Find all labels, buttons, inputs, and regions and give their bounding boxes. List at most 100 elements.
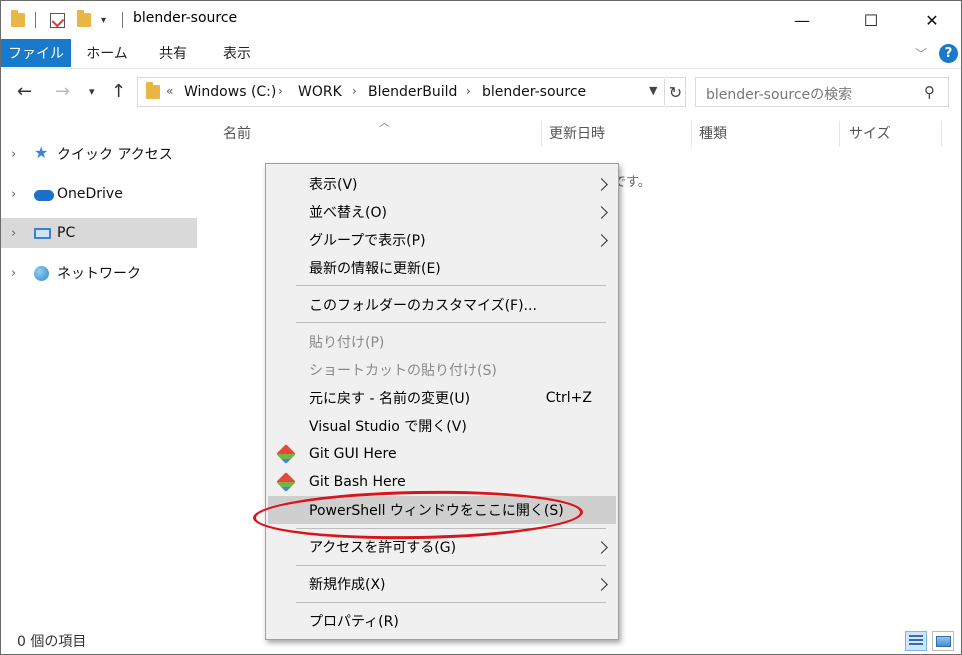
tab-view[interactable]: 表示: [211, 39, 263, 67]
nav-item-pc[interactable]: › PC: [1, 218, 197, 248]
submenu-arrow-icon: [595, 233, 608, 247]
column-type[interactable]: 種類: [699, 117, 727, 149]
refresh-icon[interactable]: ↻: [664, 79, 686, 105]
column-divider[interactable]: [941, 121, 942, 147]
column-divider[interactable]: [541, 121, 542, 147]
nav-item-label: クイック アクセス: [57, 147, 173, 163]
nav-item-network[interactable]: › ネットワーク: [1, 258, 197, 288]
menu-item-label: 新規作成(X): [309, 577, 386, 593]
nav-item-quick-access[interactable]: › ★ クイック アクセス: [1, 139, 197, 169]
folder-icon: [11, 10, 25, 29]
chevron-right-icon[interactable]: ›: [11, 226, 16, 241]
maximize-button[interactable]: ☐: [848, 1, 894, 39]
menu-item-shortcut: Ctrl+Z: [545, 390, 592, 406]
menu-item-git-bash[interactable]: Git Bash Here: [268, 468, 616, 496]
menu-item-paste[interactable]: 貼り付け(P): [268, 328, 616, 356]
menu-item-refresh[interactable]: 最新の情報に更新(E): [268, 254, 616, 282]
submenu-arrow-icon: [595, 205, 608, 219]
star-icon: ★: [34, 143, 49, 162]
breadcrumb-separator[interactable]: ›: [352, 84, 357, 98]
menu-item-new[interactable]: 新規作成(X): [268, 570, 616, 598]
menu-separator: [296, 528, 606, 529]
menu-item-paste-shortcut[interactable]: ショートカットの貼り付け(S): [268, 356, 616, 384]
menu-item-group-by[interactable]: グループで表示(P): [268, 226, 616, 254]
details-view-button[interactable]: [905, 631, 927, 651]
column-divider[interactable]: [839, 121, 840, 147]
search-input[interactable]: blender-sourceの検索: [706, 84, 852, 104]
git-icon: [276, 472, 296, 492]
navigation-pane: › ★ クイック アクセス › OneDrive › PC › ネットワーク: [1, 117, 199, 627]
address-dropdown-icon[interactable]: ▼: [649, 84, 657, 97]
menu-item-label: プロパティ(R): [309, 614, 399, 630]
title-bar: ▾ blender-source — ☐ ✕: [1, 1, 961, 39]
menu-item-undo-rename[interactable]: 元に戻す - 名前の変更(U) Ctrl+Z: [268, 384, 616, 412]
new-folder-icon[interactable]: [77, 10, 91, 29]
column-name[interactable]: 名前: [223, 117, 251, 149]
menu-item-view[interactable]: 表示(V): [268, 170, 616, 198]
window-title: blender-source: [133, 10, 238, 26]
column-modified[interactable]: 更新日時: [549, 117, 605, 149]
pc-icon: [34, 228, 51, 239]
nav-item-label: OneDrive: [57, 186, 123, 202]
search-icon[interactable]: ⚲: [924, 83, 935, 101]
nav-item-label: PC: [57, 225, 76, 241]
menu-item-open-visual-studio[interactable]: Visual Studio で開く(V): [268, 412, 616, 440]
menu-item-label: Git Bash Here: [309, 474, 406, 490]
git-icon: [276, 444, 296, 464]
up-arrow-icon[interactable]: ↑: [111, 81, 126, 102]
column-size[interactable]: サイズ: [849, 117, 891, 149]
menu-item-customize-folder[interactable]: このフォルダーのカスタマイズ(F)...: [268, 291, 616, 319]
column-header: ︿ 名前 更新日時 種類 サイズ: [211, 116, 961, 149]
large-icons-view-button[interactable]: [932, 631, 954, 651]
submenu-arrow-icon: [595, 577, 608, 591]
address-bar[interactable]: « Windows (C:) › WORK › BlenderBuild › b…: [137, 77, 686, 107]
menu-item-label: Git GUI Here: [309, 446, 397, 462]
submenu-arrow-icon: [595, 540, 608, 554]
menu-item-properties[interactable]: プロパティ(R): [268, 607, 616, 635]
properties-icon[interactable]: [50, 11, 65, 29]
submenu-arrow-icon: [595, 177, 608, 191]
chevron-right-icon[interactable]: ›: [11, 187, 16, 202]
menu-item-sort[interactable]: 並べ替え(O): [268, 198, 616, 226]
menu-item-label: 元に戻す - 名前の変更(U): [309, 391, 471, 407]
breadcrumb-separator[interactable]: ›: [466, 84, 471, 98]
minimize-button[interactable]: —: [779, 1, 825, 39]
back-arrow-icon[interactable]: ←: [17, 81, 32, 102]
explorer-window: ▾ blender-source — ☐ ✕ ファイル ホーム 共有 表示 ﹀ …: [0, 0, 962, 655]
breadcrumb-drive[interactable]: Windows (C:): [184, 84, 276, 100]
divider: [35, 12, 36, 28]
menu-item-label: アクセスを許可する(G): [309, 540, 457, 556]
breadcrumb-blenderbuild[interactable]: BlenderBuild: [368, 84, 457, 100]
menu-item-open-powershell[interactable]: PowerShell ウィンドウをここに開く(S): [268, 496, 616, 524]
ribbon-expand-chevron-icon[interactable]: ﹀: [915, 45, 927, 62]
breadcrumb-separator[interactable]: ›: [278, 84, 283, 98]
forward-arrow-icon[interactable]: →: [55, 81, 70, 102]
menu-item-label: グループで表示(P): [309, 233, 426, 249]
tab-share[interactable]: 共有: [147, 39, 199, 67]
menu-item-git-gui[interactable]: Git GUI Here: [268, 440, 616, 468]
nav-item-onedrive[interactable]: › OneDrive: [1, 179, 197, 209]
large-icons-view-icon: [935, 635, 951, 647]
menu-separator: [296, 565, 606, 566]
column-divider[interactable]: [691, 121, 692, 147]
menu-item-give-access[interactable]: アクセスを許可する(G): [268, 533, 616, 561]
menu-item-label: Visual Studio で開く(V): [309, 419, 467, 435]
menu-separator: [296, 322, 606, 323]
menu-separator: [296, 285, 606, 286]
help-icon[interactable]: ?: [939, 44, 958, 63]
chevron-right-icon[interactable]: ›: [11, 266, 16, 281]
breadcrumb-overflow[interactable]: «: [166, 84, 173, 98]
quick-access-toolbar-dropdown[interactable]: ▾: [101, 11, 106, 29]
chevron-right-icon[interactable]: ›: [11, 147, 16, 162]
search-box[interactable]: blender-sourceの検索 ⚲: [695, 77, 949, 107]
breadcrumb-work[interactable]: WORK: [298, 84, 342, 100]
folder-icon: [146, 82, 160, 99]
menu-item-label: 並べ替え(O): [309, 205, 387, 221]
menu-item-label: このフォルダーのカスタマイズ(F)...: [309, 298, 537, 314]
breadcrumb-blender-source[interactable]: blender-source: [482, 84, 586, 100]
recent-locations-chevron-icon[interactable]: ▾: [89, 85, 95, 98]
tab-file[interactable]: ファイル: [1, 39, 71, 67]
close-button[interactable]: ✕: [909, 1, 955, 39]
tab-home[interactable]: ホーム: [79, 39, 135, 67]
menu-item-label: ショートカットの貼り付け(S): [309, 363, 497, 379]
